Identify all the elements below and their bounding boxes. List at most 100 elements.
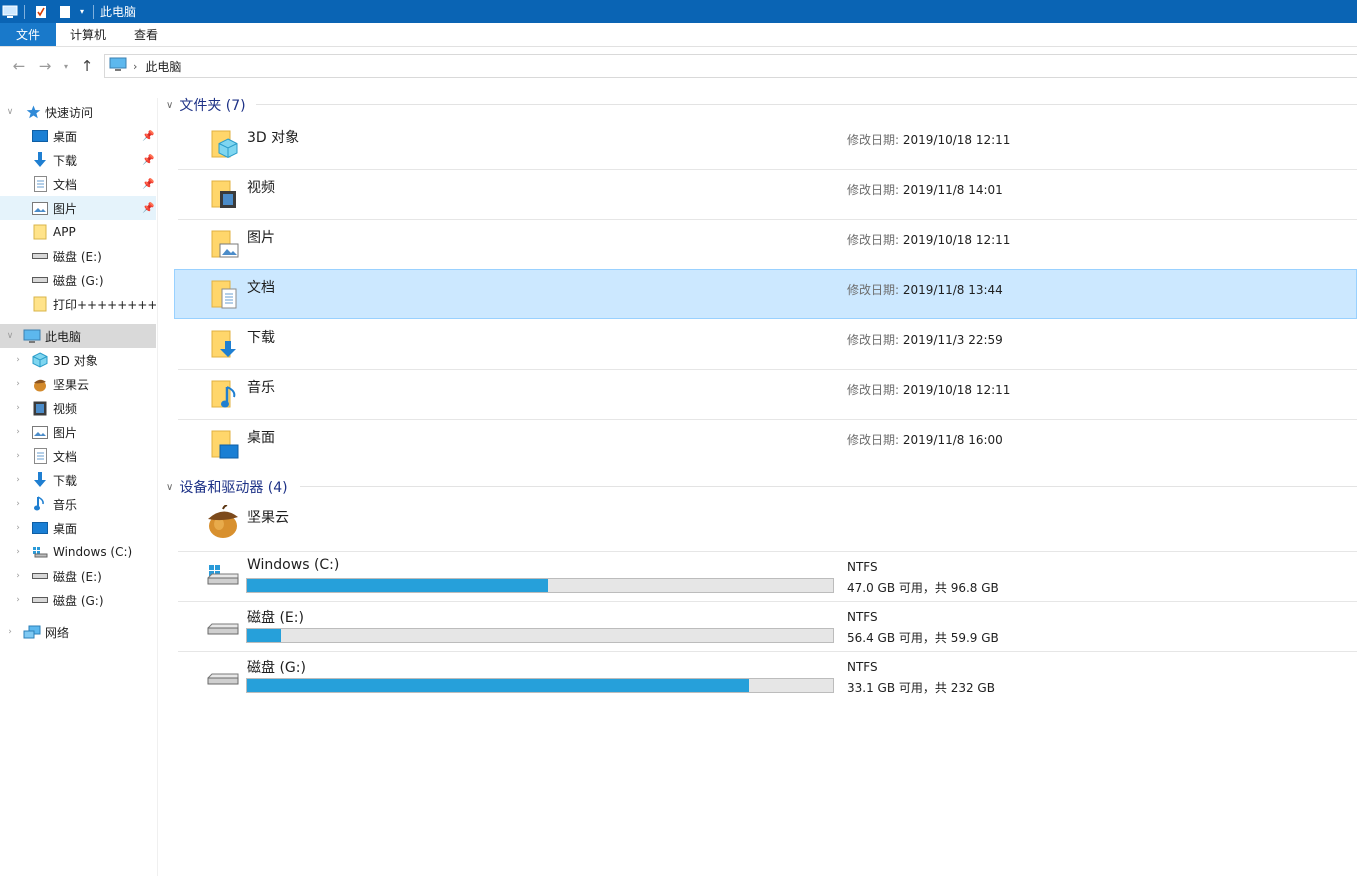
expand-chevron-icon[interactable]: ›	[13, 451, 23, 461]
device-row-drive-c[interactable]: Windows (C:) NTFS 47.0 GB 可用，共 96.8 GB	[174, 551, 1357, 601]
download-icon	[31, 472, 49, 488]
pin-icon[interactable]: 📌	[142, 179, 154, 190]
group-header-folders[interactable]: ∨ 文件夹 (7)	[166, 95, 246, 115]
desktop-icon	[31, 128, 49, 144]
folder-row-music[interactable]: 音乐 修改日期: 2019/10/18 12:11	[174, 369, 1357, 419]
free-space: 47.0 GB 可用，共 96.8 GB	[847, 581, 999, 595]
sidebar-label: 打印+++++++++	[53, 297, 156, 312]
expand-chevron-icon[interactable]: ›	[13, 427, 23, 437]
music-icon	[31, 496, 49, 512]
sidebar-item-drive-e-pc[interactable]: › 磁盘 (E:)	[0, 564, 156, 588]
pin-icon[interactable]: 📌	[142, 155, 154, 166]
music-icon	[210, 377, 240, 411]
sidebar-item-downloads[interactable]: 下载 📌	[0, 148, 156, 172]
date-label: 修改日期:	[847, 233, 900, 247]
expand-chevron-icon[interactable]: ›	[13, 547, 23, 557]
sidebar-label: 磁盘 (E:)	[53, 249, 102, 264]
navigation-pane: ∨ 快速访问 桌面 📌 下载 📌 文档 📌 图片 📌 APP 磁盘 (E:) 磁…	[0, 98, 158, 876]
device-row-drive-g[interactable]: 磁盘 (G:) NTFS 33.1 GB 可用，共 232 GB	[174, 651, 1357, 701]
expand-chevron-icon[interactable]: ›	[5, 627, 15, 637]
sidebar-item-nutstore[interactable]: › 坚果云	[0, 372, 156, 396]
breadcrumb-this-pc[interactable]: 此电脑	[145, 58, 181, 75]
sidebar-item-pictures-pc[interactable]: › 图片	[0, 420, 156, 444]
drive-usage-bar	[246, 678, 834, 693]
tab-file[interactable]: 文件	[0, 23, 56, 46]
folder-name: 视频	[247, 180, 275, 196]
collapse-chevron-icon[interactable]: ∨	[166, 100, 173, 111]
expand-chevron-icon[interactable]: ›	[13, 379, 23, 389]
group-divider	[256, 104, 1357, 105]
expand-chevron-icon[interactable]: ›	[13, 595, 23, 605]
back-button[interactable]: ←	[6, 53, 32, 79]
sidebar-item-pictures[interactable]: 图片 📌	[0, 196, 156, 220]
folder-row-downloads[interactable]: 下载 修改日期: 2019/11/3 22:59	[174, 319, 1357, 369]
sidebar-label: 桌面	[53, 129, 78, 144]
navigation-bar: ← → ▾ ↑ › 此电脑	[0, 47, 1357, 85]
sidebar-label: Windows (C:)	[53, 545, 133, 559]
drive-icon	[206, 663, 240, 689]
nutstore-icon	[31, 376, 49, 392]
expand-chevron-icon[interactable]: ›	[13, 475, 23, 485]
sidebar-item-documents[interactable]: 文档 📌	[0, 172, 156, 196]
pin-icon[interactable]: 📌	[142, 203, 154, 214]
drive-icon	[31, 592, 49, 608]
video-icon	[31, 400, 49, 416]
expand-chevron-icon[interactable]: ›	[13, 571, 23, 581]
folder-row-3d-objects[interactable]: 3D 对象 修改日期: 2019/10/18 12:11	[174, 119, 1357, 169]
sidebar-item-app[interactable]: APP	[0, 220, 156, 244]
folder-row-videos[interactable]: 视频 修改日期: 2019/11/8 14:01	[174, 169, 1357, 219]
sidebar-item-downloads-pc[interactable]: › 下载	[0, 468, 156, 492]
sidebar-item-desktop-pc[interactable]: › 桌面	[0, 516, 156, 540]
sidebar-quick-access[interactable]: ∨ 快速访问	[0, 100, 156, 124]
forward-button[interactable]: →	[32, 53, 58, 79]
sidebar-item-music[interactable]: › 音乐	[0, 492, 156, 516]
up-button[interactable]: ↑	[74, 53, 100, 79]
video-icon	[210, 177, 240, 211]
sidebar-network[interactable]: › 网络	[0, 620, 156, 644]
folder-name: 下载	[247, 330, 275, 346]
customize-quick-access-icon[interactable]: ▾	[77, 5, 87, 19]
device-row-nutstore[interactable]: 坚果云	[174, 501, 1357, 551]
sidebar-item-drive-g[interactable]: 磁盘 (G:)	[0, 268, 156, 292]
sidebar-item-print[interactable]: 打印+++++++++	[0, 292, 156, 316]
sidebar-item-desktop[interactable]: 桌面 📌	[0, 124, 156, 148]
expand-chevron-icon[interactable]: ›	[13, 403, 23, 413]
expand-chevron-icon[interactable]: ›	[13, 499, 23, 509]
folder-row-documents[interactable]: 文档 修改日期: 2019/11/8 13:44	[174, 269, 1357, 319]
tab-view[interactable]: 查看	[120, 23, 172, 46]
expand-chevron-icon[interactable]: ›	[13, 355, 23, 365]
tab-computer[interactable]: 计算机	[56, 23, 120, 46]
folder-name: 文档	[247, 280, 275, 296]
drive-icon	[31, 248, 49, 264]
sidebar-item-drive-c[interactable]: › Windows (C:)	[0, 540, 156, 564]
sidebar-item-videos[interactable]: › 视频	[0, 396, 156, 420]
collapse-chevron-icon[interactable]: ∨	[5, 107, 15, 117]
address-bar[interactable]: › 此电脑	[104, 54, 1357, 78]
sidebar-item-drive-e[interactable]: 磁盘 (E:)	[0, 244, 156, 268]
group-header-devices[interactable]: ∨ 设备和驱动器 (4)	[166, 477, 288, 497]
windows-drive-icon	[31, 544, 49, 560]
folder-row-pictures[interactable]: 图片 修改日期: 2019/10/18 12:11	[174, 219, 1357, 269]
properties-icon[interactable]	[33, 5, 49, 19]
collapse-chevron-icon[interactable]: ∨	[166, 482, 173, 493]
sidebar-label: 视频	[53, 401, 78, 416]
pin-icon[interactable]: 📌	[142, 131, 154, 142]
sidebar-item-drive-g-pc[interactable]: › 磁盘 (G:)	[0, 588, 156, 612]
sidebar-item-documents-pc[interactable]: › 文档	[0, 444, 156, 468]
folder-date: 修改日期: 2019/10/18 12:11	[847, 131, 1010, 148]
collapse-chevron-icon[interactable]: ∨	[5, 331, 15, 341]
recent-locations-button[interactable]: ▾	[58, 53, 74, 79]
drive-icon	[31, 272, 49, 288]
forward-arrow-icon: →	[38, 57, 52, 75]
sidebar-item-3d-objects[interactable]: › 3D 对象	[0, 348, 156, 372]
new-folder-icon[interactable]	[57, 5, 73, 19]
drive-usage-bar	[246, 628, 834, 643]
3d-objects-icon	[31, 352, 49, 368]
download-icon	[31, 152, 49, 168]
title-separator	[93, 4, 94, 19]
sidebar-this-pc[interactable]: ∨ 此电脑	[0, 324, 156, 348]
breadcrumb-chevron-icon[interactable]: ›	[133, 60, 137, 73]
device-row-drive-e[interactable]: 磁盘 (E:) NTFS 56.4 GB 可用，共 59.9 GB	[174, 601, 1357, 651]
folder-row-desktop[interactable]: 桌面 修改日期: 2019/11/8 16:00	[174, 419, 1357, 469]
expand-chevron-icon[interactable]: ›	[13, 523, 23, 533]
